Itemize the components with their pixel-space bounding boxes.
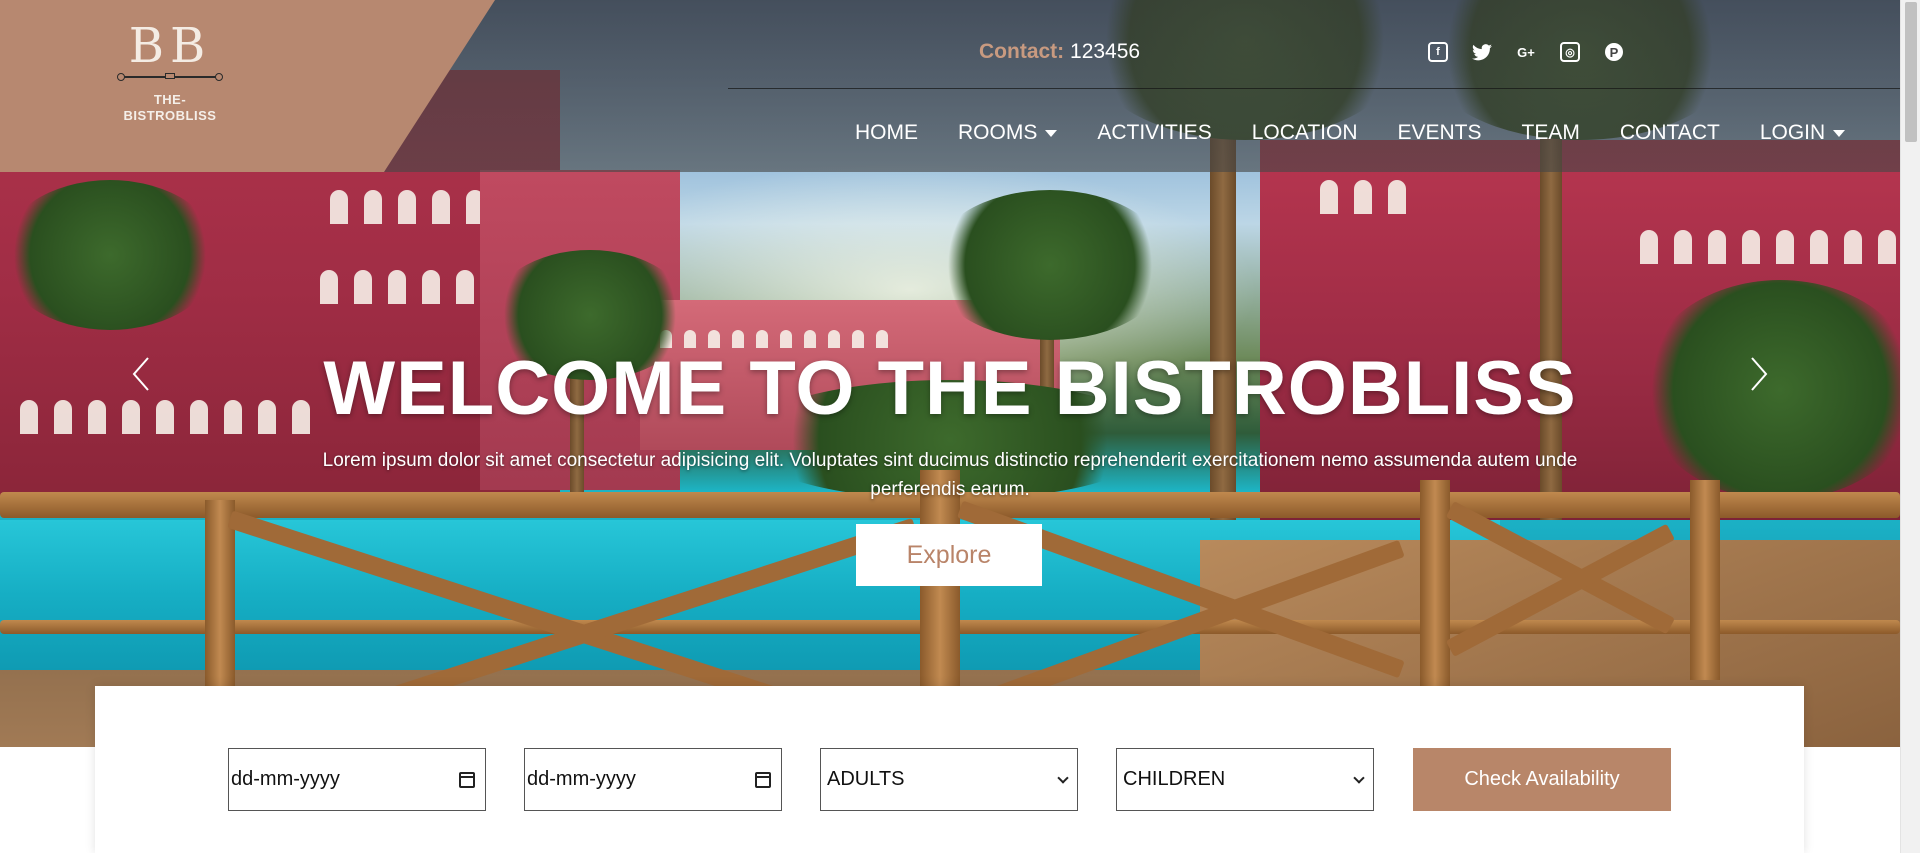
svg-text:P: P	[1610, 45, 1619, 60]
nav-item-activities[interactable]: ACTIVITIES	[1097, 121, 1211, 145]
contact-label: Contact:	[979, 40, 1065, 63]
logo-name: THE- BISTROBLISS	[110, 92, 230, 124]
chevron-down-icon	[1045, 129, 1058, 137]
nav-item-location[interactable]: LOCATION	[1252, 121, 1358, 145]
chevron-down-icon	[1353, 771, 1365, 784]
nav-item-label: ROOMS	[958, 121, 1038, 144]
checkout-date-value: dd-mm-yyyy	[527, 768, 636, 790]
children-select-value: CHILDREN	[1123, 768, 1226, 790]
nav-item-events[interactable]: EVENTS	[1398, 121, 1482, 145]
nav-item-label: CONTACT	[1619, 121, 1720, 144]
children-select[interactable]: CHILDREN	[1116, 748, 1374, 811]
main-nav: HOME ROOMS ACTIVITIES LOCATION EVENTS TE…	[855, 121, 1846, 145]
calendar-icon[interactable]	[459, 771, 475, 788]
twitter-icon[interactable]	[1472, 42, 1492, 62]
page-scrollbar[interactable]	[1900, 0, 1920, 853]
contact-info: Contact: 123456	[979, 40, 1140, 64]
google-plus-icon[interactable]: G+	[1516, 42, 1536, 62]
hero-subtitle: Lorem ipsum dolor sit amet consectetur a…	[322, 450, 1578, 500]
logo-ornament	[117, 73, 223, 81]
logo-name-line1: THE-	[153, 92, 187, 107]
nav-item-label: LOCATION	[1251, 121, 1358, 144]
explore-button[interactable]: Explore	[856, 524, 1042, 586]
check-availability-button[interactable]: Check Availability	[1413, 748, 1671, 811]
nav-item-team[interactable]: TEAM	[1522, 121, 1580, 145]
checkin-date-input[interactable]: dd-mm-yyyy	[228, 748, 486, 811]
nav-item-home[interactable]: HOME	[855, 121, 918, 145]
nav-item-label: ACTIVITIES	[1097, 121, 1212, 144]
checkin-date-value: dd-mm-yyyy	[231, 768, 340, 790]
nav-item-label: EVENTS	[1397, 121, 1482, 144]
nav-item-contact[interactable]: CONTACT	[1620, 121, 1720, 145]
hero-title: WELCOME TO THE BISTROBLISS	[323, 346, 1577, 431]
nav-item-login[interactable]: LOGIN	[1759, 121, 1846, 145]
adults-select[interactable]: ADULTS	[820, 748, 1078, 811]
nav-item-label: HOME	[855, 121, 918, 144]
chevron-down-icon	[1057, 771, 1069, 784]
pinterest-icon[interactable]: P	[1604, 42, 1624, 62]
nav-item-rooms[interactable]: ROOMS	[958, 121, 1058, 145]
booking-panel: dd-mm-yyyy dd-mm-yyyy ADULTS CHILDREN Ch…	[95, 686, 1804, 853]
instagram-icon[interactable]: ◎	[1560, 42, 1580, 62]
contact-value: 123456	[1070, 40, 1141, 63]
logo-name-line2: BISTROBLISS	[123, 108, 217, 123]
checkout-date-input[interactable]: dd-mm-yyyy	[524, 748, 782, 811]
facebook-icon[interactable]: f	[1428, 42, 1448, 62]
logo-mark: BB THE- BISTROBLISS	[110, 22, 230, 124]
header-divider	[728, 88, 1900, 89]
scrollbar-thumb[interactable]	[1905, 2, 1917, 142]
adults-select-value: ADULTS	[827, 768, 905, 790]
nav-item-label: LOGIN	[1759, 121, 1826, 144]
logo[interactable]: BB THE- BISTROBLISS	[0, 0, 500, 172]
calendar-icon[interactable]	[755, 771, 771, 788]
nav-item-label: TEAM	[1521, 121, 1580, 144]
logo-monogram: BB	[128, 18, 212, 74]
social-links: f G+ ◎ P	[1428, 42, 1624, 62]
chevron-down-icon	[1833, 129, 1846, 137]
logo-background	[0, 0, 495, 172]
